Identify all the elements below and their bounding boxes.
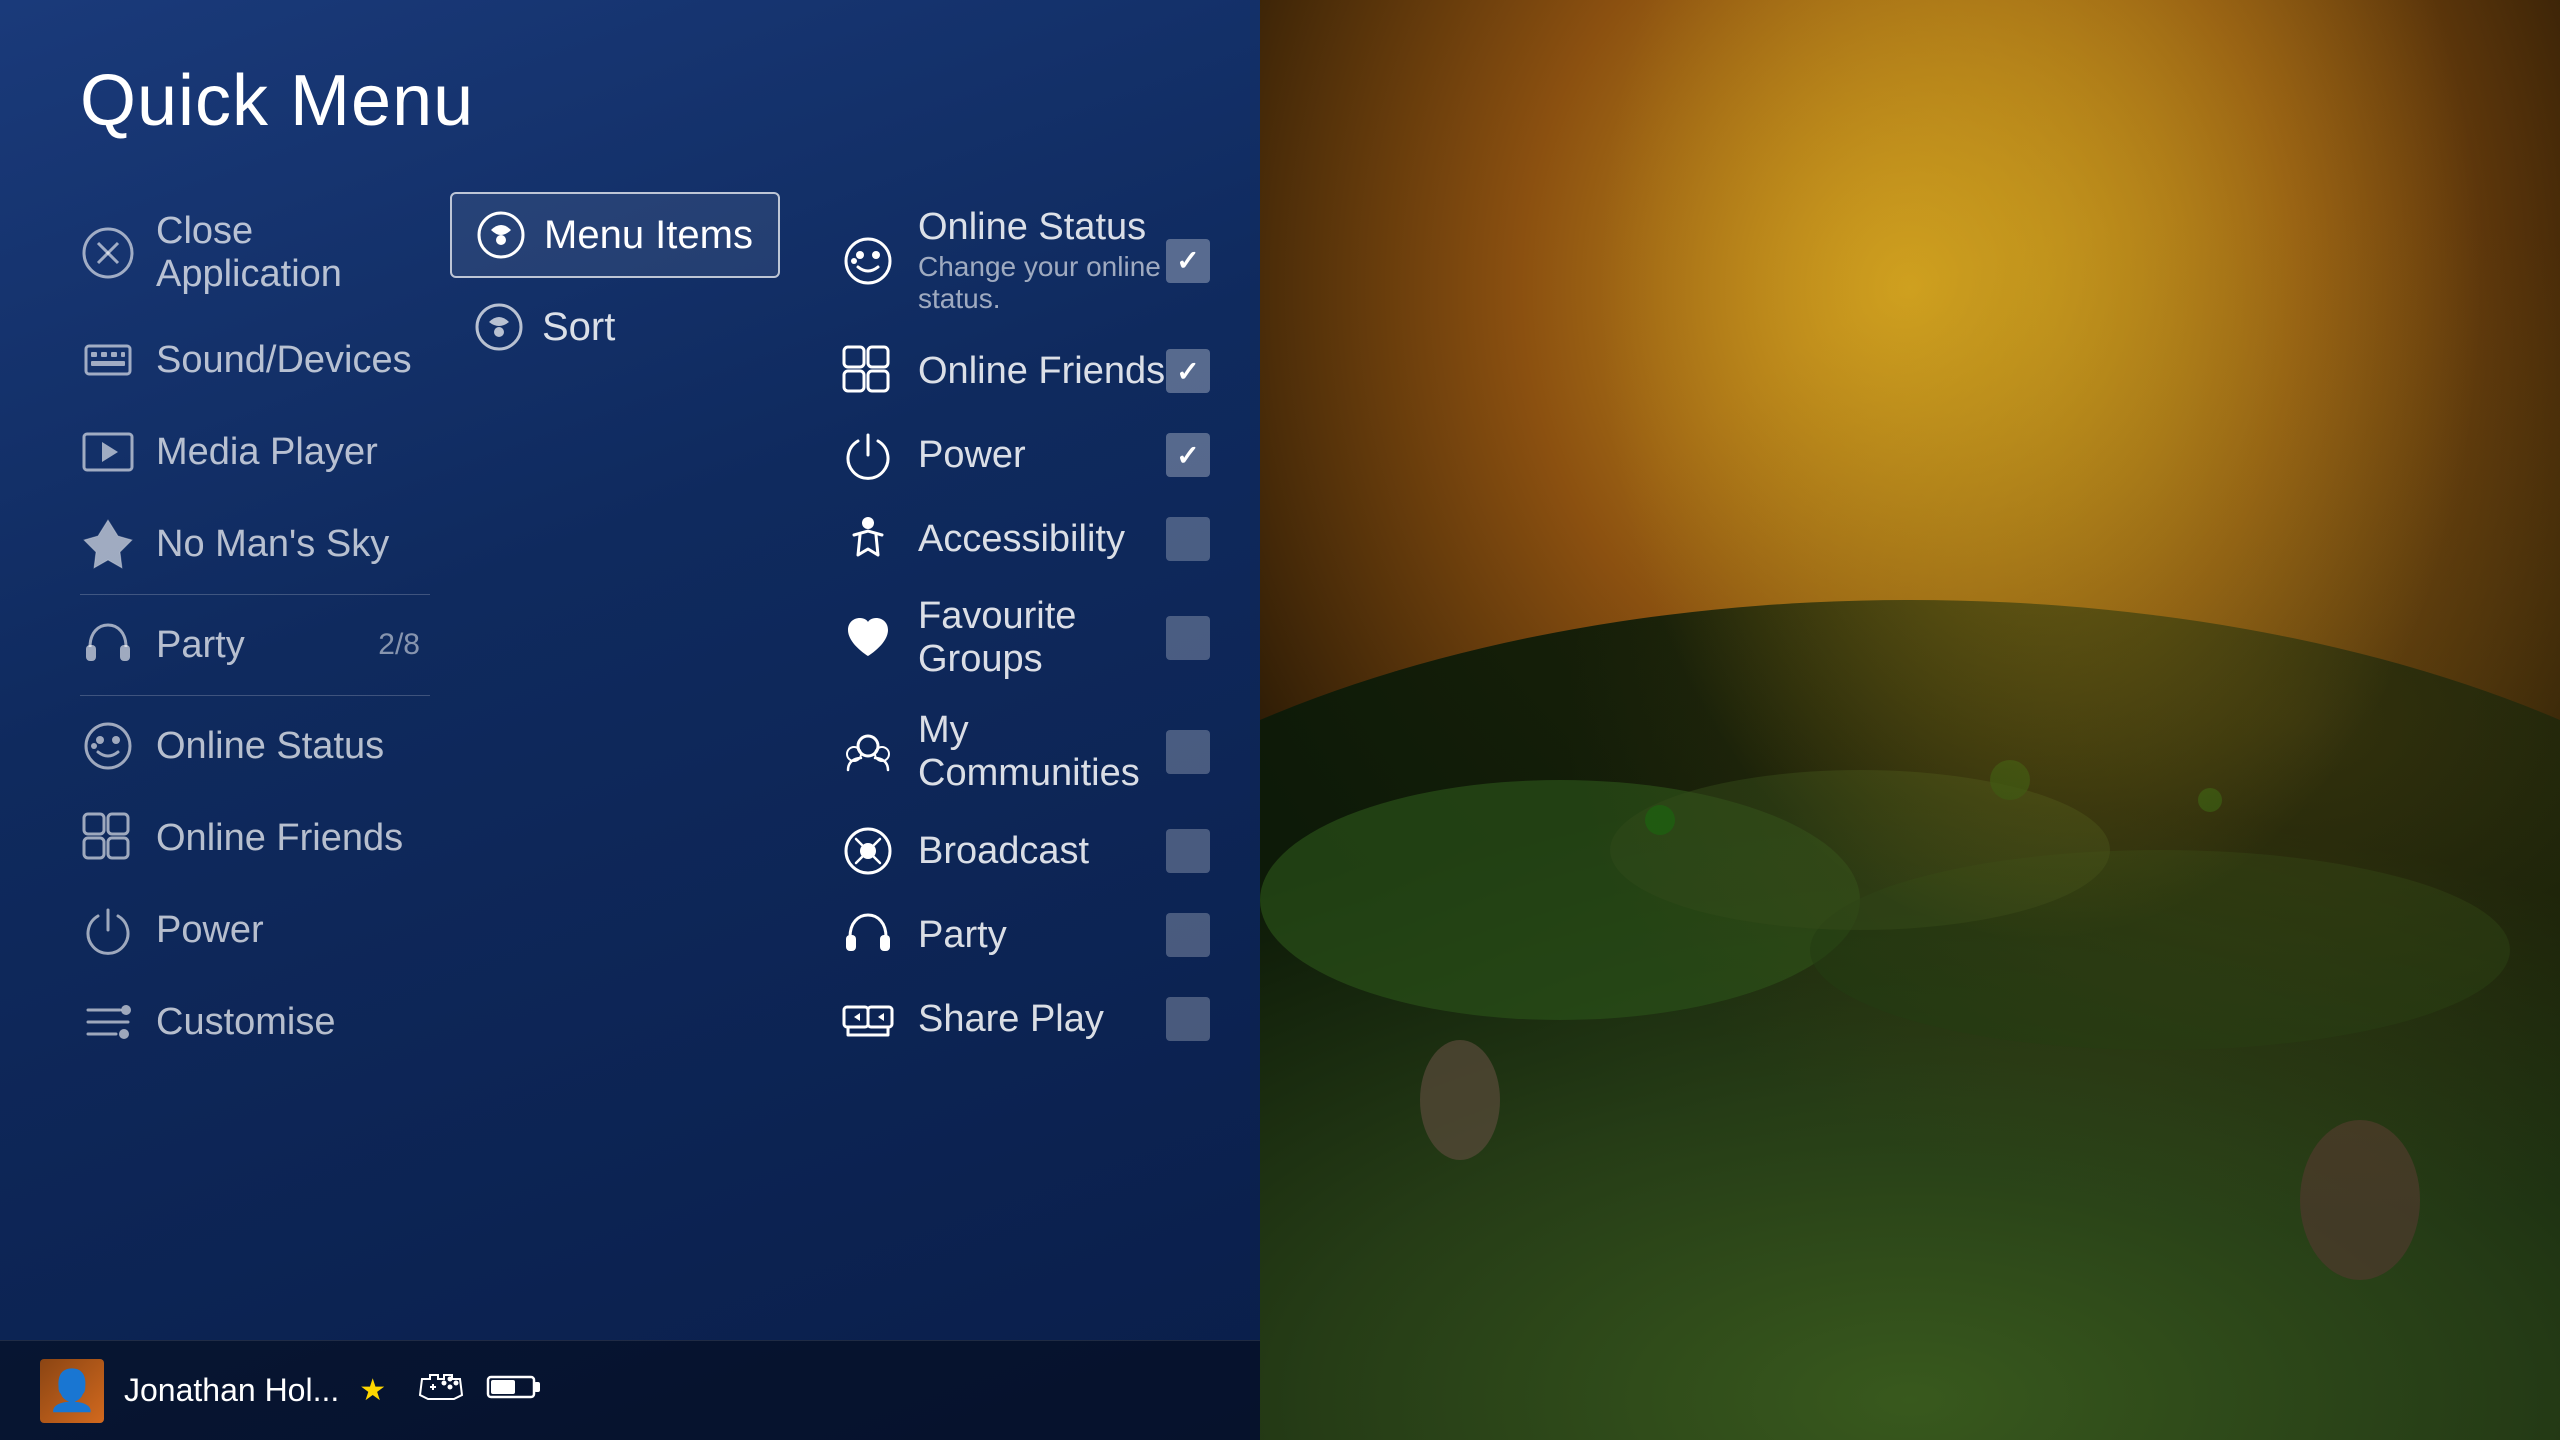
right-online-friends-label: Online Friends	[918, 350, 1166, 393]
online-status-text: Online Status Change your online status.	[918, 206, 1166, 315]
right-my-communities-label: My Communities	[918, 709, 1166, 795]
left-column: Close Application Sound/Devices	[0, 192, 430, 1340]
ps-plus-icon: ★	[359, 1373, 386, 1408]
right-share-play-label: Share Play	[918, 998, 1166, 1041]
online-friends-text: Online Friends	[918, 350, 1166, 393]
right-online-status-sublabel: Change your online status.	[918, 251, 1166, 315]
sidebar-item-online-friends[interactable]: Online Friends	[80, 792, 430, 884]
middle-column: Menu Items Sort	[430, 192, 800, 1340]
game-icon	[80, 516, 136, 572]
sort-icon	[474, 302, 524, 352]
checkmark-icon-3: ✓	[1176, 439, 1199, 472]
my-communities-text: My Communities	[918, 709, 1166, 795]
accessibility-text: Accessibility	[918, 518, 1166, 561]
right-online-status-icon	[840, 233, 896, 289]
sidebar-item-media-player-label: Media Player	[156, 431, 430, 474]
party-checkbox[interactable]	[1166, 913, 1210, 957]
sidebar-item-sound-devices[interactable]: Sound/Devices	[80, 314, 430, 406]
sidebar-item-power[interactable]: Power	[80, 884, 430, 976]
sidebar-item-close-application-label: Close Application	[156, 210, 430, 296]
my-communities-checkbox[interactable]	[1166, 730, 1210, 774]
right-column: Online Status Change your online status.…	[800, 192, 1260, 1340]
accessibility-checkbox[interactable]	[1166, 517, 1210, 561]
close-app-icon	[80, 225, 136, 281]
status-bar: 👤 Jonathan Hol... ★	[0, 1340, 1260, 1440]
sidebar-item-no-mans-sky[interactable]: No Man's Sky	[80, 498, 430, 595]
share-play-checkbox[interactable]	[1166, 997, 1210, 1041]
right-headphone-icon	[840, 907, 896, 963]
power-text: Power	[918, 434, 1166, 477]
online-friends-icon	[80, 810, 136, 866]
shareplay-icon	[840, 991, 896, 1047]
sidebar-item-online-status[interactable]: Online Status	[80, 700, 430, 792]
sidebar-item-close-application[interactable]: Close Application	[80, 192, 430, 314]
broadcast-text: Broadcast	[918, 830, 1166, 873]
sort-label: Sort	[542, 305, 615, 350]
right-item-party[interactable]: Party	[830, 893, 1220, 977]
favourite-groups-text: Favourite Groups	[918, 595, 1166, 681]
sidebar-item-media-player[interactable]: Media Player	[80, 406, 430, 498]
power-checkbox[interactable]: ✓	[1166, 433, 1210, 477]
broadcast-icon	[840, 823, 896, 879]
sidebar-item-power-label: Power	[156, 909, 430, 952]
username-label: Jonathan Hol...	[124, 1372, 339, 1409]
sidebar-item-no-mans-sky-label: No Man's Sky	[156, 523, 430, 566]
online-status-checkbox[interactable]: ✓	[1166, 239, 1210, 283]
right-item-share-play[interactable]: Share Play	[830, 977, 1220, 1061]
battery-icon	[486, 1371, 542, 1410]
main-panel: Quick Menu Close Application	[0, 0, 1260, 1440]
sidebar-item-sound-devices-label: Sound/Devices	[156, 339, 430, 382]
sidebar-item-party[interactable]: Party 2/8	[80, 599, 430, 696]
right-item-my-communities[interactable]: My Communities	[830, 695, 1220, 809]
right-favourite-groups-label: Favourite Groups	[918, 595, 1166, 681]
communities-icon	[840, 724, 896, 780]
sidebar-item-online-status-label: Online Status	[156, 725, 430, 768]
content-area: Close Application Sound/Devices	[0, 182, 1260, 1340]
sidebar-item-party-label: Party	[156, 624, 378, 667]
sidebar-item-online-friends-label: Online Friends	[156, 817, 430, 860]
right-online-status-label: Online Status	[918, 206, 1166, 249]
user-avatar: 👤	[40, 1359, 104, 1423]
accessibility-icon	[840, 511, 896, 567]
sort-option[interactable]: Sort	[450, 286, 780, 368]
heart-icon	[840, 610, 896, 666]
right-accessibility-label: Accessibility	[918, 518, 1166, 561]
keyboard-icon	[80, 332, 136, 388]
right-party-label: Party	[918, 914, 1166, 957]
share-play-text: Share Play	[918, 998, 1166, 1041]
right-power-icon	[840, 427, 896, 483]
right-item-power[interactable]: Power ✓	[830, 413, 1220, 497]
controller-icon	[416, 1371, 466, 1411]
headphone-icon	[80, 617, 136, 673]
page-title: Quick Menu	[0, 60, 1260, 182]
power-icon-left	[80, 902, 136, 958]
party-text: Party	[918, 914, 1166, 957]
right-item-accessibility[interactable]: Accessibility	[830, 497, 1220, 581]
menu-items-label: Menu Items	[544, 213, 753, 258]
right-item-broadcast[interactable]: Broadcast	[830, 809, 1220, 893]
party-badge: 2/8	[378, 628, 420, 662]
checkmark-icon-2: ✓	[1176, 355, 1199, 388]
online-status-icon	[80, 718, 136, 774]
right-item-online-status[interactable]: Online Status Change your online status.…	[830, 192, 1220, 329]
broadcast-checkbox[interactable]	[1166, 829, 1210, 873]
menu-items-option[interactable]: Menu Items	[450, 192, 780, 278]
right-broadcast-label: Broadcast	[918, 830, 1166, 873]
background-panel	[1260, 0, 2560, 1440]
right-item-online-friends[interactable]: Online Friends ✓	[830, 329, 1220, 413]
media-player-icon	[80, 424, 136, 480]
right-power-label: Power	[918, 434, 1166, 477]
favourite-groups-checkbox[interactable]	[1166, 616, 1210, 660]
menu-items-icon	[476, 210, 526, 260]
right-item-favourite-groups[interactable]: Favourite Groups	[830, 581, 1220, 695]
sidebar-item-customise[interactable]: Customise	[80, 976, 430, 1068]
online-friends-checkbox[interactable]: ✓	[1166, 349, 1210, 393]
sidebar-item-customise-label: Customise	[156, 1001, 430, 1044]
right-online-friends-icon	[840, 343, 896, 399]
checkmark-icon: ✓	[1176, 244, 1199, 277]
customise-icon	[80, 994, 136, 1050]
